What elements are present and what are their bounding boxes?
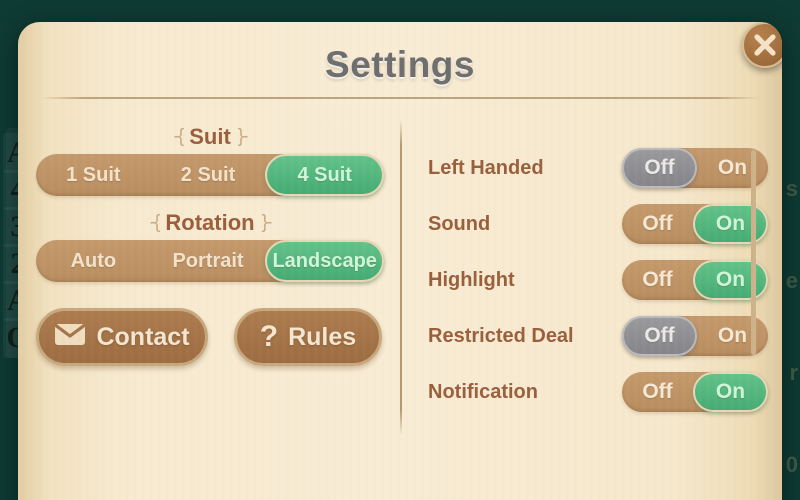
toggle-row: Highlight Off On [428,252,768,308]
toggle-off-option[interactable]: Off [622,148,697,188]
rules-button-label: Rules [288,322,357,351]
toggle-row: Notification Off On [428,364,768,420]
group-label-suit: -{Suit }- [36,120,384,154]
toggle-off-option[interactable]: Off [622,260,693,300]
toggle-row: Restricted Deal Off On [428,308,768,364]
rules-button[interactable]: ? Rules [234,308,382,366]
toggle-off-option[interactable]: Off [622,316,697,356]
ornament-right-icon: }- [261,212,273,233]
right-settings-column: Left Handed Off On Sound Off On Highlight Off On… [428,140,768,420]
page-title: Settings [325,44,475,85]
toggle-row: Left Handed Off On [428,140,768,196]
toggle-on-option[interactable]: On [693,204,768,244]
toggle-on-option[interactable]: On [693,260,768,300]
segment-option-1-suit[interactable]: 1 Suit [36,154,151,196]
toggle-on-option[interactable]: On [697,148,768,188]
envelope-icon [54,322,86,353]
segmented-control-rotation: Auto Portrait Landscape [36,240,385,282]
screen: A432AQ ser0 Settings -{Suit}-1 Suit2 Sui… [0,0,800,500]
toggle-on-option[interactable]: On [693,372,768,412]
toggle-on-option[interactable]: On [697,316,768,356]
background-text-fragment: s [785,176,798,201]
background-text-fragment: r [789,360,798,385]
segment-option-landscape[interactable]: Landscape [265,240,385,282]
toggle-list: Left Handed Off On Sound Off On Highlight Off On… [428,140,768,420]
toggle-off-option[interactable]: Off [622,372,693,412]
toggle-switch-left-handed[interactable]: Off On [622,148,768,188]
background-text-fragment: 0 [785,452,798,477]
toggle-label-left-handed: Left Handed [428,156,544,179]
toggle-row: Sound Off On [428,196,768,252]
group-label-rotation: -{Rotation }- [36,206,384,240]
close-button[interactable] [742,22,782,68]
background-text-fragment: e [785,268,798,293]
group-label-text: Suit [189,124,231,149]
close-x-icon [754,34,776,56]
ornament-left-icon: -{ [173,126,185,147]
segment-option-2-suit[interactable]: 2 Suit [151,154,266,196]
contact-button-label: Contact [96,322,190,351]
segment-option-4-suit[interactable]: 4 Suit [265,154,385,196]
toggle-off-option[interactable]: Off [622,204,693,244]
segment-option-auto[interactable]: Auto [36,240,151,282]
toggle-label-sound: Sound [428,212,491,235]
column-divider [400,120,402,435]
group-label-text: Rotation [165,210,255,235]
left-settings-column: -{Suit}- 1 Suit 2 Suit 4 Suit -{Rotation}- Au… [36,120,385,366]
ornament-left-icon: -{ [149,212,161,233]
settings-dialog: Settings -{Suit}- 1 Suit 2 Suit 4 Suit -{Rot… [18,22,782,500]
ornament-right-icon: }- [237,126,249,147]
contact-button[interactable]: Contact [36,308,208,366]
toggle-label-highlight: Highlight [428,268,515,291]
toggle-switch-notification[interactable]: Off On [622,372,768,412]
option-groups: -{Suit}- 1 Suit 2 Suit 4 Suit -{Rotation}- Au… [36,120,385,282]
action-buttons-row: Contact ? Rules [36,308,384,366]
toggle-label-notification: Notification [428,380,538,403]
question-mark-icon: ? [259,320,279,353]
toggle-switch-sound[interactable]: Off On [622,204,768,244]
header-divider [40,97,760,99]
segmented-control-suit: 1 Suit 2 Suit 4 Suit [36,154,385,196]
toggle-switch-highlight[interactable]: Off On [622,260,768,300]
settings-scrollbar[interactable] [751,150,756,355]
toggle-label-restricted-deal: Restricted Deal [428,324,574,347]
segment-option-portrait[interactable]: Portrait [151,240,266,282]
toggle-switch-restricted-deal[interactable]: Off On [622,316,768,356]
